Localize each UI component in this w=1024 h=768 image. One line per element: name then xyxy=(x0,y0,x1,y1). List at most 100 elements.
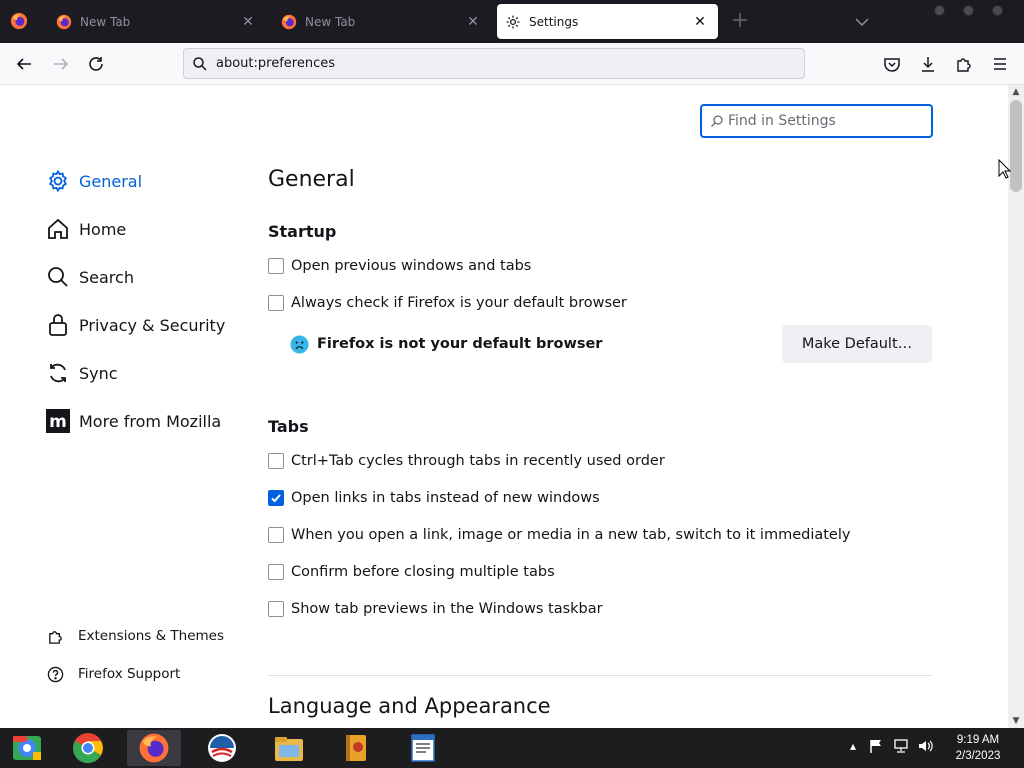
category-label: General xyxy=(79,171,143,191)
close-tab-icon[interactable]: ✕ xyxy=(692,14,708,30)
extensions-button[interactable] xyxy=(954,54,974,74)
checkbox-label: When you open a link, image or media in … xyxy=(291,527,851,543)
show-hidden-icons-icon[interactable]: ▴ xyxy=(845,738,861,754)
taskbar-document-app[interactable] xyxy=(396,730,450,766)
language-appearance-heading: Language and Appearance xyxy=(268,694,551,718)
category-label: Search xyxy=(79,267,134,287)
checkbox-label: Show tab previews in the Windows taskbar xyxy=(291,601,603,617)
category-label: Privacy & Security xyxy=(79,315,226,335)
chrome-os-icon xyxy=(13,736,41,760)
network-icon[interactable] xyxy=(893,738,909,754)
tab-settings[interactable]: Settings ✕ xyxy=(497,4,718,39)
taskbar-book-app[interactable] xyxy=(329,730,383,766)
category-sync[interactable]: Sync xyxy=(45,359,118,387)
checkbox[interactable] xyxy=(268,258,284,274)
close-window-button[interactable] xyxy=(992,5,1003,16)
clock-date: 2/3/2023 xyxy=(955,750,1001,762)
reload-button[interactable] xyxy=(86,54,106,74)
tab-strip: New Tab ✕ New Tab ✕ Settings ✕ + xyxy=(0,0,1024,43)
speaker-icon[interactable] xyxy=(917,738,933,754)
maximize-button[interactable] xyxy=(963,5,974,16)
checkbox-label: Ctrl+Tab cycles through tabs in recently… xyxy=(291,453,665,469)
svg-text:m: m xyxy=(49,412,67,432)
gear-icon xyxy=(506,15,520,28)
firefox-support-link[interactable]: Firefox Support xyxy=(46,663,180,685)
arrow-right-icon xyxy=(54,58,69,70)
taskbar-chrome-app[interactable] xyxy=(61,730,115,766)
taskbar-chrome-os-app[interactable] xyxy=(0,730,54,766)
checkbox[interactable] xyxy=(268,453,284,469)
startup-heading: Startup xyxy=(268,222,337,241)
tab-title: Settings xyxy=(529,14,579,29)
default-browser-status: Firefox is not your default browser xyxy=(290,333,602,355)
checkbox[interactable] xyxy=(268,527,284,543)
system-clock[interactable]: 9:19 AM 2/3/2023 xyxy=(940,732,1016,764)
search-icon xyxy=(45,265,70,290)
firefox-icon xyxy=(139,733,169,763)
make-default-button[interactable]: Make Default… xyxy=(782,325,932,363)
switch-to-new-tab-checkbox[interactable]: When you open a link, image or media in … xyxy=(268,525,850,545)
taskbar-file-explorer-app[interactable] xyxy=(262,730,316,766)
checkbox[interactable] xyxy=(268,564,284,580)
vertical-scrollbar[interactable]: ▲ ▼ xyxy=(1008,85,1024,728)
chevron-down-icon[interactable] xyxy=(854,14,870,30)
category-privacy-security[interactable]: Privacy & Security xyxy=(45,311,225,339)
checkbox-label: Always check if Firefox is your default … xyxy=(291,295,627,311)
always-check-default-checkbox[interactable]: Always check if Firefox is your default … xyxy=(268,293,627,313)
url-bar[interactable]: about:preferences xyxy=(183,48,805,79)
mozilla-icon: m xyxy=(45,409,70,434)
page-title: General xyxy=(268,167,355,192)
firefox-view-icon[interactable] xyxy=(10,12,28,30)
checkbox[interactable] xyxy=(268,295,284,311)
open-links-in-tabs-checkbox[interactable]: Open links in tabs instead of new window… xyxy=(268,488,600,508)
category-home[interactable]: Home xyxy=(45,215,126,243)
checkmark-icon xyxy=(271,494,281,503)
not-default-text: Firefox is not your default browser xyxy=(317,336,603,352)
sync-icon xyxy=(45,361,70,386)
nav-bar: about:preferences xyxy=(0,43,1024,85)
tab-previews-taskbar-checkbox[interactable]: Show tab previews in the Windows taskbar xyxy=(268,599,603,619)
flag-icon[interactable] xyxy=(868,738,884,754)
tab-new-tab-2[interactable]: New Tab ✕ xyxy=(273,4,491,39)
minimize-button[interactable] xyxy=(934,5,945,16)
category-general[interactable]: General xyxy=(45,167,142,195)
firefox-icon xyxy=(56,14,72,29)
category-more-from-mozilla[interactable]: m More from Mozilla xyxy=(45,407,221,435)
checkbox-checked[interactable] xyxy=(268,490,284,506)
confirm-close-tabs-checkbox[interactable]: Confirm before closing multiple tabs xyxy=(268,562,555,582)
tab-title: New Tab xyxy=(305,14,356,29)
open-previous-checkbox[interactable]: Open previous windows and tabs xyxy=(268,256,531,276)
taskbar-firefox-app[interactable] xyxy=(127,730,181,766)
gear-icon xyxy=(45,169,70,194)
forward-button[interactable] xyxy=(51,54,71,74)
puzzle-icon xyxy=(957,58,971,72)
help-icon xyxy=(46,665,64,683)
scroll-up-arrow-icon[interactable]: ▲ xyxy=(1012,88,1020,97)
new-tab-button[interactable]: + xyxy=(730,10,750,32)
tab-title: New Tab xyxy=(80,14,131,29)
download-icon xyxy=(922,57,934,72)
mouse-cursor-icon xyxy=(998,159,1012,179)
url-text[interactable]: about:preferences xyxy=(216,56,335,71)
category-search[interactable]: Search xyxy=(45,263,134,291)
clock-time: 9:19 AM xyxy=(956,734,1000,746)
footer-label: Firefox Support xyxy=(78,666,181,682)
puzzle-icon xyxy=(46,627,64,645)
find-in-settings-input[interactable]: Find in Settings xyxy=(700,104,933,138)
back-button[interactable] xyxy=(14,54,34,74)
checkbox[interactable] xyxy=(268,601,284,617)
lock-icon xyxy=(45,313,70,338)
checkbox-label: Open previous windows and tabs xyxy=(291,258,532,274)
pocket-button[interactable] xyxy=(882,54,902,74)
tab-new-tab-1[interactable]: New Tab ✕ xyxy=(48,4,266,39)
scroll-down-arrow-icon[interactable]: ▼ xyxy=(1012,717,1020,726)
tabs-heading: Tabs xyxy=(268,417,309,436)
close-tab-icon[interactable]: ✕ xyxy=(465,14,481,30)
downloads-button[interactable] xyxy=(918,54,938,74)
ctrl-tab-checkbox[interactable]: Ctrl+Tab cycles through tabs in recently… xyxy=(268,451,665,471)
taskbar-obama-app[interactable] xyxy=(195,730,249,766)
menu-button[interactable] xyxy=(990,54,1010,74)
checkbox-label: Open links in tabs instead of new window… xyxy=(291,490,600,506)
extensions-themes-link[interactable]: Extensions & Themes xyxy=(46,625,224,647)
close-tab-icon[interactable]: ✕ xyxy=(240,14,256,30)
